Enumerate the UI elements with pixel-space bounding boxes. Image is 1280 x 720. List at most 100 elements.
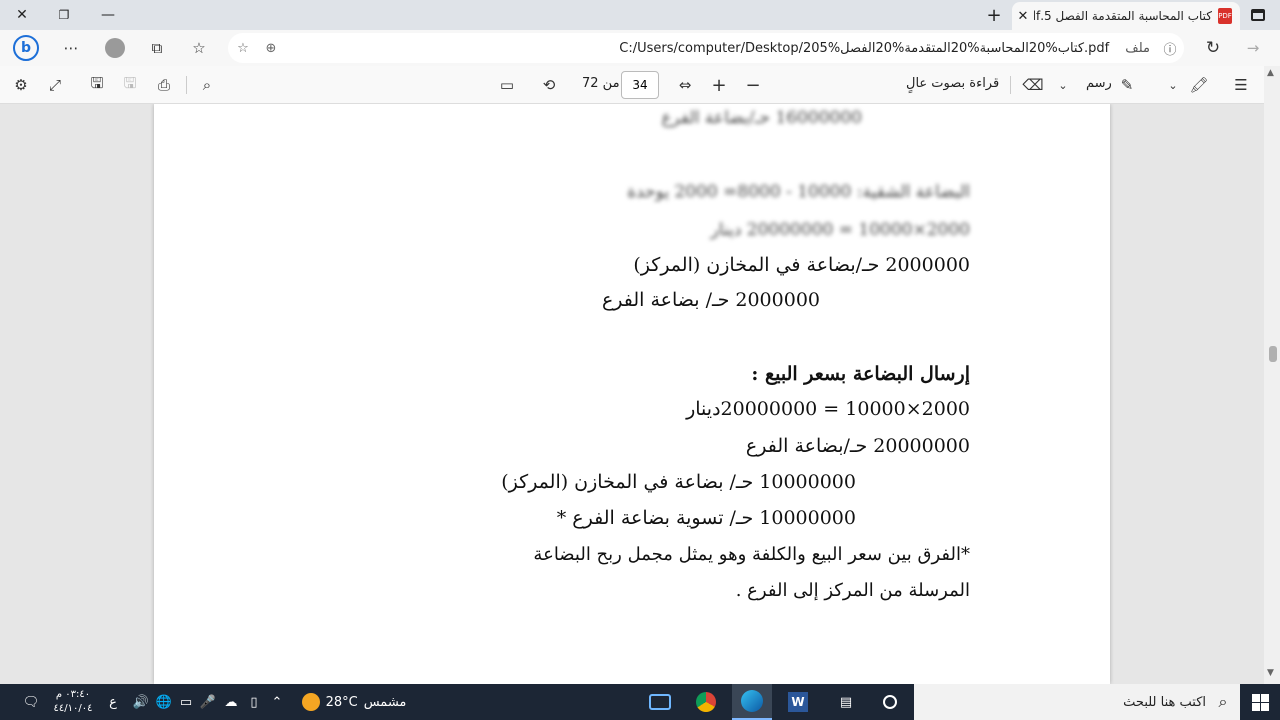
rotate-button[interactable]: ⟲ xyxy=(536,72,562,98)
network-button[interactable]: 🌐 xyxy=(154,684,174,720)
fullscreen-button[interactable]: ⤢ xyxy=(42,72,68,98)
zoom-in-icon: + xyxy=(711,74,727,96)
more-icon: ⋯ xyxy=(63,39,79,57)
battery-button[interactable]: ▭ xyxy=(176,684,196,720)
fit-page-button[interactable]: ⇔ xyxy=(672,72,698,98)
clock[interactable]: ٠٣:٤٠ م ٤٤/١٠/٠٤ xyxy=(50,684,96,720)
erase-button[interactable]: ⌫ xyxy=(1020,72,1046,98)
clock-time: ٠٣:٤٠ م xyxy=(55,689,91,700)
taskbar-app-word[interactable]: W xyxy=(780,684,816,720)
save-as-button[interactable]: 🖫 xyxy=(84,72,110,98)
doc-line: 2000000 حـ/بضاعة في المخازن (المركز) xyxy=(633,254,970,276)
task-view-icon: ▤ xyxy=(839,694,853,710)
search-icon: ⌕ xyxy=(202,76,212,94)
notification-button[interactable]: 🗨 xyxy=(14,684,48,720)
eraser-icon: ⌫ xyxy=(1022,76,1044,94)
scrollbar-thumb[interactable] xyxy=(1269,346,1277,362)
camera-icon xyxy=(649,694,671,710)
zoom-icon[interactable]: ⊕ xyxy=(258,41,284,56)
find-button[interactable]: ⌕ xyxy=(194,72,220,98)
zoom-in-button[interactable]: + xyxy=(706,72,732,98)
restore-window-button[interactable]: ❐ xyxy=(42,0,86,30)
search-icon: ⌕ xyxy=(1218,692,1228,711)
cortana-icon xyxy=(883,695,897,709)
vertical-scrollbar[interactable]: ▲ ▼ xyxy=(1264,66,1280,684)
highlight-dropdown[interactable]: ⌄ xyxy=(1160,72,1186,98)
tab-close-icon[interactable]: ✕ xyxy=(1012,9,1034,24)
start-button[interactable] xyxy=(1240,684,1280,720)
new-tab-icon: + xyxy=(986,4,1002,26)
task-view-button[interactable]: ▤ xyxy=(828,684,864,720)
taskbar-app-chrome[interactable] xyxy=(688,684,724,720)
forward-button[interactable]: → xyxy=(1238,34,1268,62)
blurred-line: البضاعة الشقية: 10000 - 8000= 2000 يوحدة xyxy=(627,182,970,202)
doc-line: 10000000 حـ/ بضاعة في المخازن (المركز) xyxy=(501,471,856,493)
settings-button[interactable]: ⚙ xyxy=(8,72,34,98)
taskbar-app-camera[interactable] xyxy=(642,684,678,720)
contents-button[interactable]: ☰ xyxy=(1228,72,1254,98)
cortana-button[interactable] xyxy=(872,684,908,720)
highlight-button[interactable]: 🖍 xyxy=(1186,72,1212,98)
more-button[interactable]: ⋯ xyxy=(56,34,86,62)
blurred-line: 2000×10000 = 20000000 دينار xyxy=(710,220,970,240)
doc-heading: إرسال البضاعة بسعر البيع : xyxy=(751,363,970,385)
bing-button[interactable]: b xyxy=(10,34,42,62)
gear-icon: ⚙ xyxy=(14,76,28,94)
profile-button[interactable] xyxy=(100,34,130,62)
url-scheme-label: ملف xyxy=(1125,40,1150,56)
new-tab-button[interactable]: + xyxy=(972,0,1016,30)
zoom-out-icon: − xyxy=(745,74,761,96)
browser-tab[interactable]: PDF كتاب المحاسبة المتقدمة الفصل 5.pdf ✕ xyxy=(1012,2,1240,30)
read-aloud-button[interactable]: قراءة بصوت عالٍ xyxy=(906,76,999,91)
draw-dropdown[interactable]: ⌄ xyxy=(1050,72,1076,98)
taskbar-app-edge[interactable] xyxy=(732,684,772,720)
scroll-up-icon[interactable]: ▲ xyxy=(1267,68,1274,78)
doc-line: المرسلة من المركز إلى الفرع . xyxy=(735,580,970,601)
collections-button[interactable]: ⧉ xyxy=(142,34,172,62)
tab-actions-button[interactable] xyxy=(1236,0,1280,30)
add-favorite-icon[interactable]: ☆ xyxy=(228,41,258,56)
volume-icon: 🔊 xyxy=(132,694,150,710)
save-icon: 🖫 xyxy=(123,73,137,92)
blurred-line: 16000000 حـ/بضاعة الفرع xyxy=(661,108,863,128)
edge-icon xyxy=(741,690,763,712)
phone-button[interactable]: ▯ xyxy=(244,684,264,720)
print-button[interactable]: ⎙ xyxy=(151,72,177,98)
notification-icon: 🗨 xyxy=(22,694,40,710)
info-icon[interactable]: ⓘ xyxy=(1156,39,1184,58)
favorites-button[interactable]: ☆ xyxy=(184,34,214,62)
globe-icon: 🌐 xyxy=(155,694,173,710)
pdf-page: 16000000 حـ/بضاعة الفرع البضاعة الشقية: … xyxy=(154,104,1110,684)
close-window-button[interactable]: ✕ xyxy=(0,0,44,30)
minimize-window-button[interactable]: — xyxy=(86,0,130,30)
taskbar-search[interactable]: ⌕ اكتب هنا للبحث xyxy=(914,684,1240,720)
save-button[interactable]: 🖫 xyxy=(117,72,143,98)
zoom-out-button[interactable]: − xyxy=(740,72,766,98)
refresh-button[interactable]: ↻ xyxy=(1198,34,1228,62)
sun-icon xyxy=(301,693,320,711)
draw-label[interactable]: رسم xyxy=(1086,76,1112,91)
windows-icon xyxy=(1251,693,1269,711)
weather-widget[interactable]: مشمس 28°C xyxy=(296,684,412,720)
pdf-viewer: 16000000 حـ/بضاعة الفرع البضاعة الشقية: … xyxy=(0,104,1280,684)
phone-icon: ▯ xyxy=(250,694,258,710)
address-bar[interactable]: ☆ ⊕ C:/Users/computer/Desktop/كتاب%20الم… xyxy=(228,33,1184,63)
close-icon: ✕ xyxy=(16,7,28,23)
onedrive-button[interactable]: ☁ xyxy=(220,684,242,720)
page-view-button[interactable]: ▭ xyxy=(494,72,520,98)
keyboard-language[interactable]: ع xyxy=(104,684,122,720)
profile-icon xyxy=(105,38,125,58)
chevron-down-icon: ⌄ xyxy=(1168,78,1178,92)
draw-button[interactable]: ✎ xyxy=(1114,72,1140,98)
scroll-down-icon[interactable]: ▼ xyxy=(1267,668,1274,678)
url-text[interactable]: C:/Users/computer/Desktop/كتاب%20المحاسب… xyxy=(284,41,1119,56)
chevron-down-icon: ⌄ xyxy=(1058,78,1068,92)
taskbar: 🗨 ٠٣:٤٠ م ٤٤/١٠/٠٤ ع 🔊 🌐 ▭ 🎤 ☁ ▯ ⌃ مشمس … xyxy=(0,684,1280,720)
page-view-icon: ▭ xyxy=(499,76,515,94)
refresh-icon: ↻ xyxy=(1205,38,1221,58)
page-number-input[interactable]: 34 xyxy=(621,71,659,99)
volume-button[interactable]: 🔊 xyxy=(128,684,154,720)
show-hidden-icons-button[interactable]: ⌃ xyxy=(266,684,288,720)
microphone-button[interactable]: 🎤 xyxy=(198,684,218,720)
microphone-icon: 🎤 xyxy=(199,694,217,710)
